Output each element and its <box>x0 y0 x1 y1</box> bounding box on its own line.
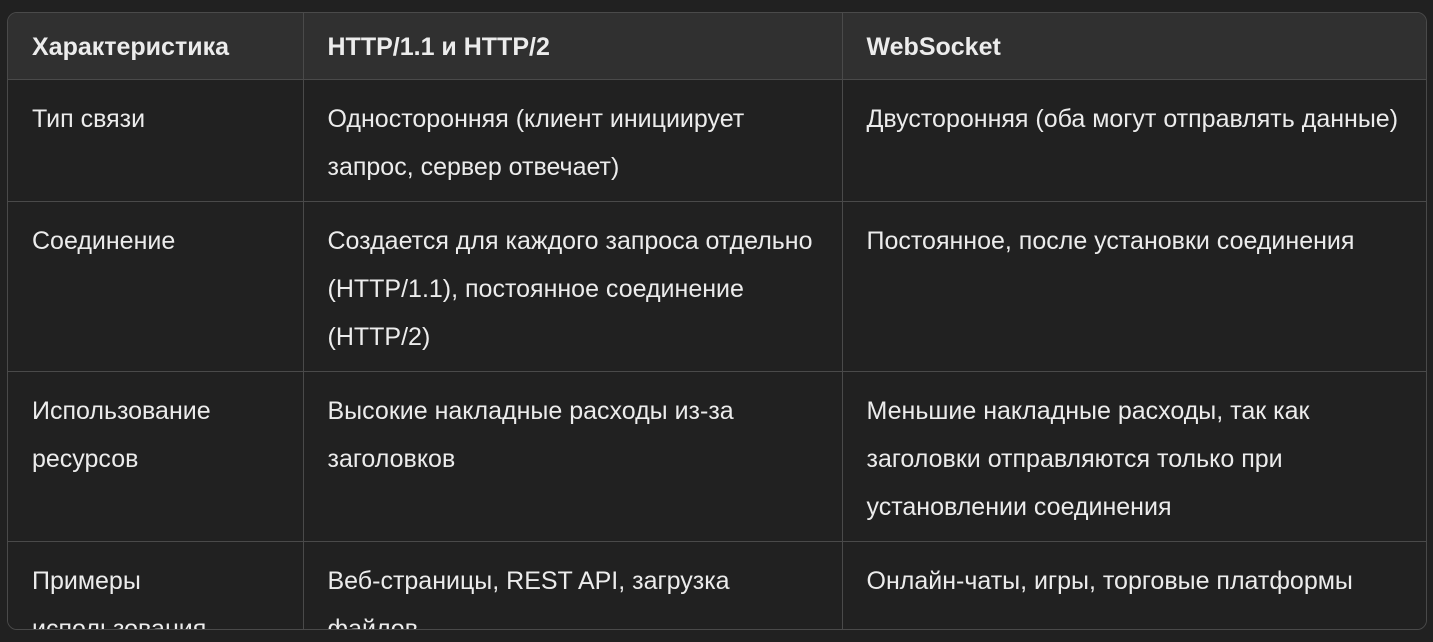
cell-http: Односторонняя (клиент инициирует запрос,… <box>303 79 843 202</box>
comparison-table-container: Характеристика HTTP/1.1 и HTTP/2 WebSock… <box>7 12 1427 630</box>
table-row: Использование ресурсов Высокие накладные… <box>8 371 1426 542</box>
comparison-table: Характеристика HTTP/1.1 и HTTP/2 WebSock… <box>8 13 1426 629</box>
header-http: HTTP/1.1 и HTTP/2 <box>303 13 843 80</box>
table-row: Тип связи Односторонняя (клиент иницииру… <box>8 79 1426 202</box>
table-row: Примеры использования Веб-страницы, REST… <box>8 541 1426 629</box>
cell-http: Высокие накладные расходы из-за заголовк… <box>303 371 843 542</box>
cell-characteristic: Примеры использования <box>8 541 304 629</box>
cell-websocket: Меньшие накладные расходы, так как загол… <box>842 371 1426 542</box>
cell-characteristic: Тип связи <box>8 79 304 202</box>
cell-websocket: Онлайн-чаты, игры, торговые платформы <box>842 541 1426 629</box>
table-header-row: Характеристика HTTP/1.1 и HTTP/2 WebSock… <box>8 13 1426 80</box>
table-row: Соединение Создается для каждого запроса… <box>8 201 1426 372</box>
cell-characteristic: Соединение <box>8 201 304 372</box>
cell-http: Веб-страницы, REST API, загрузка файлов <box>303 541 843 629</box>
cell-characteristic: Использование ресурсов <box>8 371 304 542</box>
header-websocket: WebSocket <box>842 13 1426 80</box>
cell-http: Создается для каждого запроса отдельно (… <box>303 201 843 372</box>
cell-websocket: Постоянное, после установки соединения <box>842 201 1426 372</box>
cell-websocket: Двусторонняя (оба могут отправлять данны… <box>842 79 1426 202</box>
header-characteristic: Характеристика <box>8 13 304 80</box>
